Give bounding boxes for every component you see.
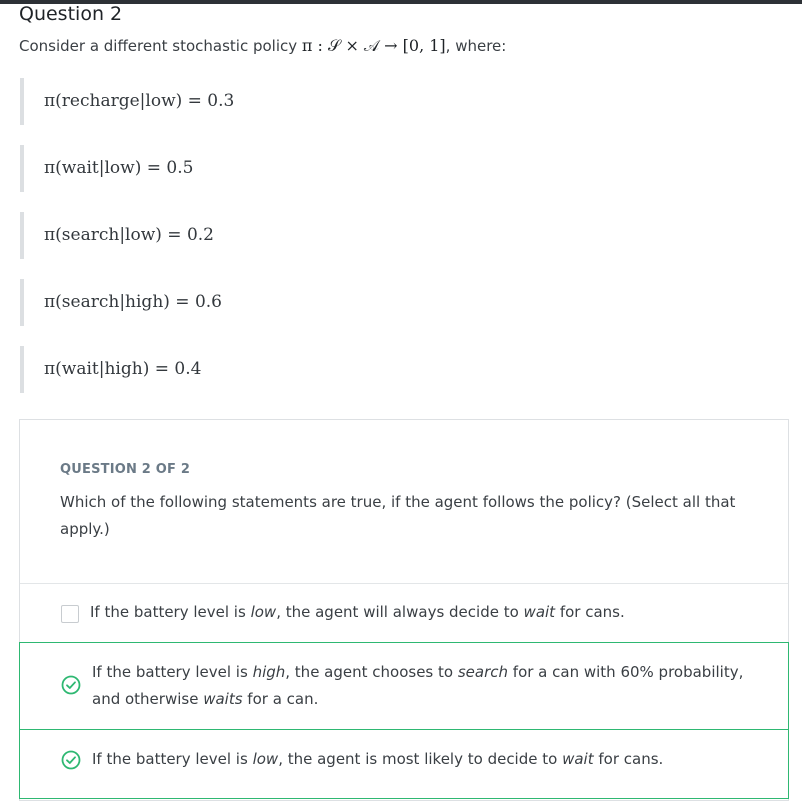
choice-text: If the battery level is low, the agent i… <box>92 750 664 768</box>
question-counter: QUESTION 2 OF 2 <box>60 462 191 477</box>
policy-line: π(recharge|low) = 0.3 <box>20 78 520 125</box>
policy-expression: π(recharge|low) = 0.3 <box>44 91 235 111</box>
question-title: Question 2 <box>19 3 123 25</box>
quote-bar <box>20 145 24 192</box>
choice-option[interactable]: If the battery level is high, the agent … <box>19 642 789 730</box>
policy-line: π(search|low) = 0.2 <box>20 212 520 259</box>
quote-bar <box>20 78 24 125</box>
policy-expression: π(search|low) = 0.2 <box>44 225 214 245</box>
quiz-header: QUESTION 2 OF 2 Which of the following s… <box>20 420 788 584</box>
question-intro: Consider a different stochastic policy π… <box>19 36 506 56</box>
choice-text: If the battery level is high, the agent … <box>92 663 744 708</box>
quiz-card: QUESTION 2 OF 2 Which of the following s… <box>19 419 789 801</box>
policy-line: π(wait|high) = 0.4 <box>20 346 520 393</box>
quote-bar <box>20 279 24 326</box>
choice-text: If the battery level is low, the agent w… <box>90 603 625 621</box>
intro-prefix: Consider a different stochastic policy <box>19 37 302 55</box>
choice-option[interactable]: If the battery level is low, the agent w… <box>20 584 788 643</box>
intro-math: π : 𝒮 × 𝒜 → [0, 1] <box>301 36 446 55</box>
policy-line: π(wait|low) = 0.5 <box>20 145 520 192</box>
intro-suffix: , where: <box>445 37 507 55</box>
quote-bar <box>20 346 24 393</box>
question-prompt: Which of the following statements are tr… <box>60 493 736 538</box>
policy-expression: π(wait|low) = 0.5 <box>44 158 194 178</box>
quote-bar <box>20 212 24 259</box>
policy-line: π(search|high) = 0.6 <box>20 279 520 326</box>
checkbox[interactable] <box>61 605 79 623</box>
check-circle-icon[interactable] <box>61 750 81 770</box>
choice-option[interactable]: If the battery level is low, the agent i… <box>19 729 789 799</box>
check-circle-icon[interactable] <box>61 675 81 695</box>
policy-expression: π(search|high) = 0.6 <box>44 292 222 312</box>
policy-expression: π(wait|high) = 0.4 <box>44 359 202 379</box>
